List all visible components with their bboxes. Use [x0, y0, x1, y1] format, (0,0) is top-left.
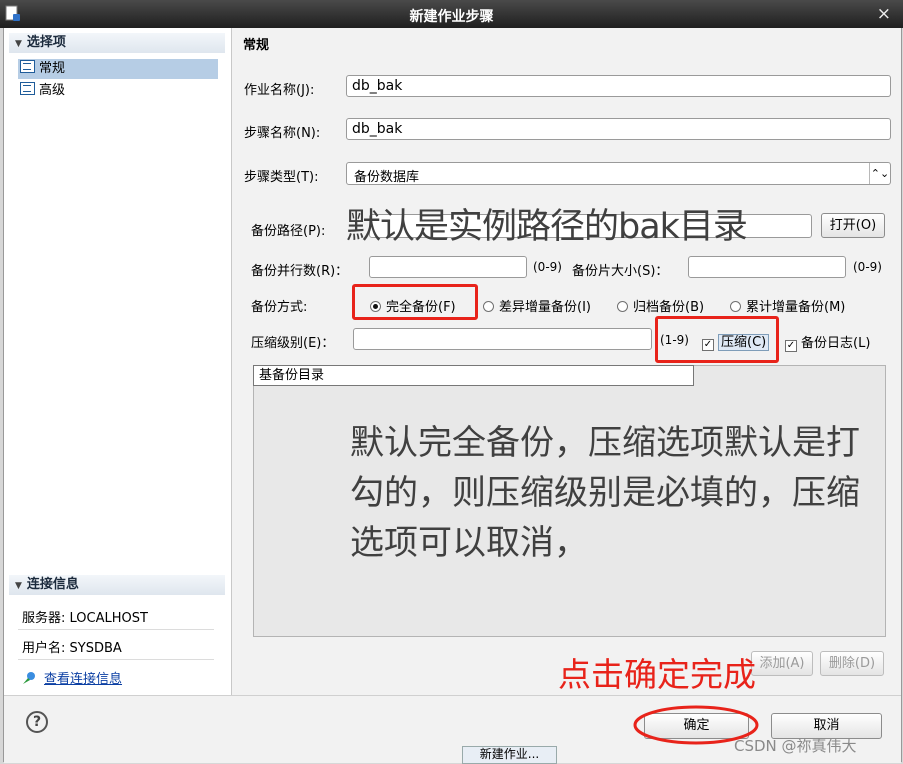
step-name-label: 步骤名称(N): [244, 126, 321, 141]
title-bar: 新建作业步骤 × [0, 0, 903, 28]
highlight-full-backup [352, 284, 478, 320]
piece-size-range: (0-9) [853, 260, 882, 274]
path-annotation: 默认是实例路径的bak目录 [346, 207, 748, 247]
window-title: 新建作业步骤 [409, 9, 494, 25]
log-checkbox[interactable]: ✓ 备份日志(L) [785, 332, 870, 352]
open-button[interactable]: 打开(O) [821, 213, 885, 238]
mode-cumulative-radio[interactable]: 累计增量备份(M) [730, 296, 845, 315]
nav-item-label: 常规 [39, 61, 66, 76]
main-annotation: 默认完全备份，压缩选项默认是打勾的，则压缩级别是必填的，压缩选项可以取消， [350, 423, 860, 563]
page-icon [20, 60, 35, 73]
nav-header-label: 选择项 [26, 35, 66, 50]
piece-size-input[interactable] [688, 256, 846, 278]
parallel-input[interactable] [369, 256, 527, 278]
radio-icon[interactable] [730, 301, 741, 312]
nav-item-label: 高级 [39, 83, 66, 98]
connection-header[interactable]: ▼ 连接信息 [9, 575, 225, 595]
piece-size-label: 备份片大小(S)： [572, 264, 669, 279]
dialog: ▼ 选择项 常规 高级 ▼ 连接信息 服务器: LOCALHOST 用户名: SYS… [3, 28, 902, 763]
compress-level-input[interactable] [353, 328, 652, 350]
backup-path-label: 备份路径(P): [251, 224, 326, 239]
nav-item-general[interactable]: 常规 [18, 59, 218, 79]
mode-label-text: 累计增量备份(M) [746, 300, 846, 315]
form-panel: 常规 作业名称(J): db_bak 步骤名称(N): db_bak 步骤类型(… [232, 28, 901, 695]
step-type-select[interactable]: 备份数据库 ⌃⌄ [346, 162, 891, 185]
add-button[interactable]: 添加(A) [751, 651, 813, 676]
connection-icon [23, 672, 35, 684]
server-info: 服务器: LOCALHOST [22, 611, 148, 626]
base-dir-tab[interactable]: 基备份目录 [253, 365, 694, 386]
button-bar: ? 确定 取消 CSDN @祢真伟大 [4, 695, 901, 763]
checkbox-icon[interactable]: ✓ [785, 340, 797, 352]
highlight-compress [655, 316, 779, 363]
divider [18, 629, 214, 630]
view-connection-link[interactable]: 查看连接信息 [44, 672, 122, 687]
collapse-triangle-icon[interactable]: ▼ [15, 34, 22, 54]
step-name-input[interactable]: db_bak [346, 118, 891, 140]
section-title: 常规 [243, 38, 270, 53]
step-type-value: 备份数据库 [354, 170, 420, 185]
radio-icon[interactable] [617, 301, 628, 312]
connection-header-label: 连接信息 [26, 577, 79, 592]
step-type-label: 步骤类型(T): [244, 170, 319, 185]
delete-button[interactable]: 删除(D) [820, 651, 884, 676]
divider [18, 659, 214, 660]
mode-archive-radio[interactable]: 归档备份(B) [617, 296, 704, 315]
help-icon[interactable]: ? [26, 711, 48, 733]
base-backup-dir-panel: 基备份目录 默认完全备份，压缩选项默认是打勾的，则压缩级别是必填的，压缩选项可以… [253, 365, 886, 637]
taskbar-tab[interactable]: 新建作业... [462, 746, 557, 764]
mode-label: 备份方式: [251, 300, 308, 315]
mode-diff-radio[interactable]: 差异增量备份(I) [483, 296, 591, 315]
parallel-range: (0-9) [533, 260, 562, 274]
job-name-input[interactable]: db_bak [346, 75, 891, 97]
nav-item-advanced[interactable]: 高级 [18, 81, 218, 101]
close-icon[interactable]: × [877, 4, 891, 24]
nav-header[interactable]: ▼ 选择项 [9, 33, 225, 53]
user-info: 用户名: SYSDBA [22, 641, 122, 656]
compress-level-label: 压缩级别(E)： [251, 336, 335, 351]
log-label: 备份日志(L) [801, 336, 871, 351]
left-panel: ▼ 选择项 常规 高级 ▼ 连接信息 服务器: LOCALHOST 用户名: SYS… [4, 28, 232, 695]
radio-icon[interactable] [483, 301, 494, 312]
updown-arrow-icon[interactable]: ⌃⌄ [869, 163, 890, 184]
page-icon [20, 82, 35, 95]
watermark: CSDN @祢真伟大 [734, 737, 857, 755]
mode-label-text: 归档备份(B) [633, 300, 705, 315]
parallel-label: 备份并行数(R)： [251, 264, 349, 279]
mode-label-text: 差异增量备份(I) [499, 300, 591, 315]
view-connection-row: 查看连接信息 [22, 668, 122, 687]
click-annotation: 点击确定完成 [558, 655, 756, 694]
job-name-label: 作业名称(J): [244, 83, 315, 98]
collapse-triangle-icon[interactable]: ▼ [15, 576, 22, 596]
